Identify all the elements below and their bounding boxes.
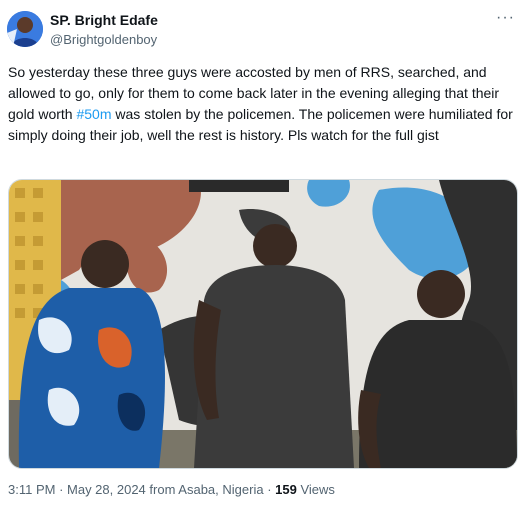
author-display-name[interactable]: SP. Bright Edafe	[50, 12, 158, 28]
video-frame	[9, 180, 517, 468]
views-label: Views	[296, 482, 335, 497]
views-count: 159	[275, 482, 297, 497]
meta-separator: ·	[55, 482, 68, 497]
meta-separator: ·	[263, 482, 276, 497]
more-horizontal-icon[interactable]: ···	[496, 9, 515, 27]
tweet-card: SP. Bright Edafe @Brightgoldenboy ··· So…	[0, 0, 527, 515]
tweet-time[interactable]: 3:11 PM	[8, 482, 55, 497]
author-handle[interactable]: @Brightgoldenboy	[50, 32, 157, 47]
tweet-location: from Asaba, Nigeria	[145, 482, 264, 497]
avatar-image	[7, 11, 43, 47]
tweet-video[interactable]	[8, 179, 518, 469]
hashtag-link[interactable]: #50m	[76, 106, 111, 122]
tweet-meta: 3:11 PM · May 28, 2024 from Asaba, Niger…	[8, 482, 335, 497]
tweet-date[interactable]: May 28, 2024	[67, 482, 146, 497]
tweet-text: So yesterday these three guys were accos…	[8, 62, 518, 146]
avatar[interactable]	[7, 11, 43, 47]
